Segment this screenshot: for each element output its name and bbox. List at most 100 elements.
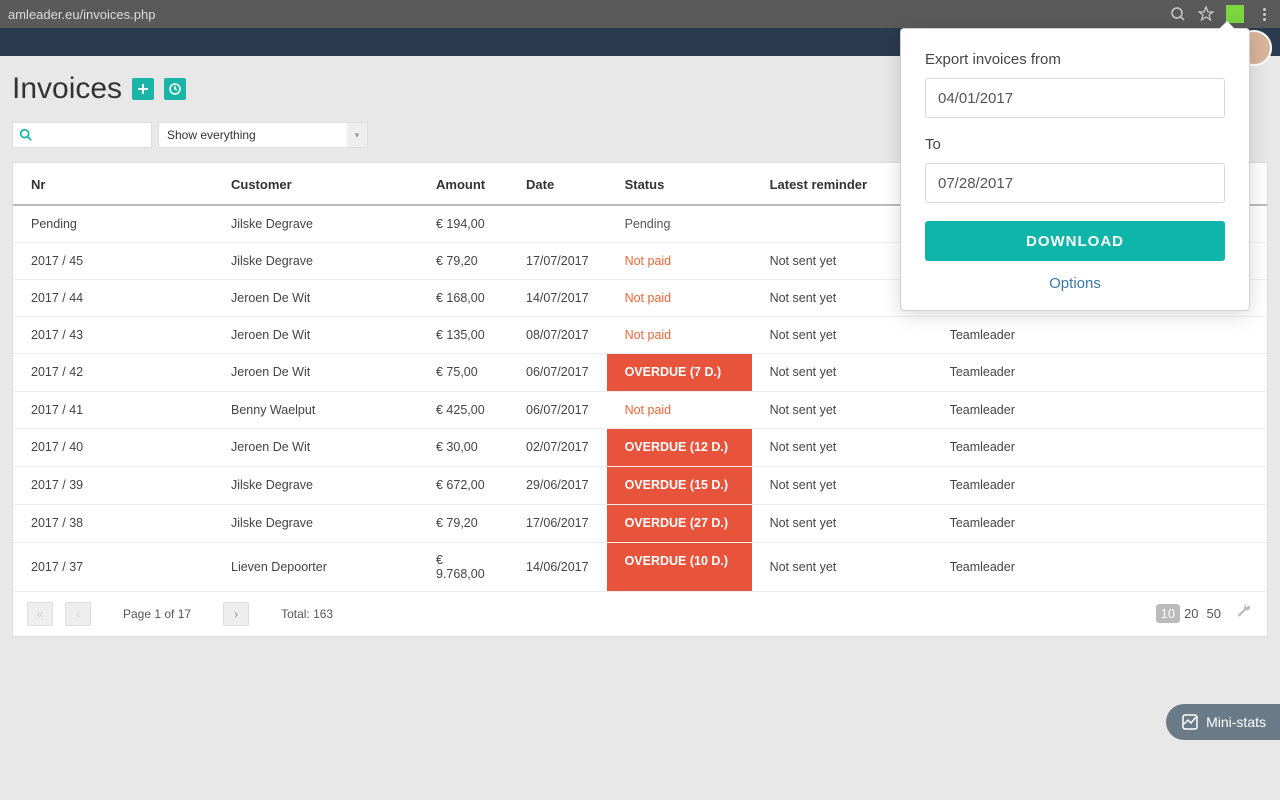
cell-amount: € 79,20 <box>418 504 508 542</box>
table-row[interactable]: 2017 / 39Jilske Degrave€ 672,0029/06/201… <box>13 466 1267 504</box>
options-link[interactable]: Options <box>925 275 1225 292</box>
cell-company: Teamleader <box>932 542 1267 591</box>
table-row[interactable]: 2017 / 40Jeroen De Wit€ 30,0002/07/2017O… <box>13 428 1267 466</box>
download-button[interactable]: DOWNLOAD <box>925 221 1225 261</box>
cell-customer: Jilske Degrave <box>213 504 418 542</box>
cell-reminder: Not sent yet <box>752 466 932 504</box>
cell-status: Pending <box>607 205 752 242</box>
export-from-input[interactable] <box>925 78 1225 118</box>
pager-first-button[interactable]: « <box>27 602 53 626</box>
cell-date: 06/07/2017 <box>508 353 607 391</box>
table-row[interactable]: 2017 / 38Jilske Degrave€ 79,2017/06/2017… <box>13 504 1267 542</box>
mini-stats-label: Mini-stats <box>1206 714 1266 730</box>
export-popover: Export invoices from To DOWNLOAD Options <box>900 28 1250 311</box>
cell-status: OVERDUE (15 D.) <box>607 466 752 504</box>
cell-customer: Jilske Degrave <box>213 466 418 504</box>
cell-status: Not paid <box>607 279 752 316</box>
pager-total-label: Total: 163 <box>281 607 333 621</box>
table-row[interactable]: 2017 / 41Benny Waelput€ 425,0006/07/2017… <box>13 391 1267 428</box>
cell-nr: 2017 / 44 <box>13 279 213 316</box>
page-size-50[interactable]: 50 <box>1203 604 1225 623</box>
cell-company: Teamleader <box>932 466 1267 504</box>
th-date[interactable]: Date <box>508 163 607 205</box>
cell-reminder: Not sent yet <box>752 316 932 353</box>
filter-select-label: Show everything <box>167 128 256 142</box>
cell-customer: Jeroen De Wit <box>213 316 418 353</box>
cell-nr: Pending <box>13 205 213 242</box>
table-row[interactable]: 2017 / 37Lieven Depoorter€ 9.768,0014/06… <box>13 542 1267 591</box>
cell-nr: 2017 / 37 <box>13 542 213 591</box>
cell-reminder: Not sent yet <box>752 353 932 391</box>
add-invoice-button[interactable] <box>132 78 154 100</box>
cell-amount: € 135,00 <box>418 316 508 353</box>
cell-status: Not paid <box>607 391 752 428</box>
cell-date: 29/06/2017 <box>508 466 607 504</box>
filter-select[interactable]: Show everything ▾ <box>158 122 368 148</box>
th-customer[interactable]: Customer <box>213 163 418 205</box>
cell-company: Teamleader <box>932 428 1267 466</box>
cell-date: 06/07/2017 <box>508 391 607 428</box>
cell-nr: 2017 / 41 <box>13 391 213 428</box>
cell-customer: Benny Waelput <box>213 391 418 428</box>
table-row[interactable]: 2017 / 43Jeroen De Wit€ 135,0008/07/2017… <box>13 316 1267 353</box>
cell-amount: € 30,00 <box>418 428 508 466</box>
cell-date: 14/06/2017 <box>508 542 607 591</box>
cell-nr: 2017 / 39 <box>13 466 213 504</box>
cell-date <box>508 205 607 242</box>
search-icon <box>19 128 33 145</box>
cell-date: 17/07/2017 <box>508 242 607 279</box>
cell-customer: Jilske Degrave <box>213 242 418 279</box>
cell-company: Teamleader <box>932 316 1267 353</box>
mini-stats-button[interactable]: Mini-stats <box>1166 704 1280 740</box>
cell-customer: Jeroen De Wit <box>213 428 418 466</box>
chevron-down-icon: ▾ <box>347 123 367 147</box>
cell-customer: Lieven Depoorter <box>213 542 418 591</box>
cell-nr: 2017 / 45 <box>13 242 213 279</box>
th-nr[interactable]: Nr <box>13 163 213 205</box>
cell-status: OVERDUE (10 D.) <box>607 542 752 591</box>
pager-page-label: Page 1 of 17 <box>123 607 191 621</box>
cell-reminder: Not sent yet <box>752 428 932 466</box>
cell-amount: € 194,00 <box>418 205 508 242</box>
star-icon[interactable] <box>1198 6 1214 22</box>
recurring-button[interactable] <box>164 78 186 100</box>
th-amount[interactable]: Amount <box>418 163 508 205</box>
browser-chrome: amleader.eu/invoices.php <box>0 0 1280 28</box>
cell-date: 08/07/2017 <box>508 316 607 353</box>
url-bar[interactable]: amleader.eu/invoices.php <box>8 7 1170 22</box>
cell-amount: € 9.768,00 <box>418 542 508 591</box>
search-input[interactable] <box>12 122 152 148</box>
cell-amount: € 75,00 <box>418 353 508 391</box>
cell-nr: 2017 / 43 <box>13 316 213 353</box>
page-title: Invoices <box>12 72 122 106</box>
cell-status: Not paid <box>607 316 752 353</box>
cell-nr: 2017 / 40 <box>13 428 213 466</box>
page-size-10[interactable]: 10 <box>1156 604 1180 623</box>
th-status[interactable]: Status <box>607 163 752 205</box>
cell-nr: 2017 / 38 <box>13 504 213 542</box>
cell-status: Not paid <box>607 242 752 279</box>
cell-customer: Jilske Degrave <box>213 205 418 242</box>
cell-status: OVERDUE (7 D.) <box>607 353 752 391</box>
cell-amount: € 79,20 <box>418 242 508 279</box>
cell-date: 02/07/2017 <box>508 428 607 466</box>
cell-amount: € 672,00 <box>418 466 508 504</box>
export-to-label: To <box>925 136 1225 153</box>
page-size-20[interactable]: 20 <box>1180 604 1202 623</box>
menu-icon[interactable] <box>1256 6 1272 22</box>
cell-company: Teamleader <box>932 353 1267 391</box>
export-to-input[interactable] <box>925 163 1225 203</box>
table-row[interactable]: 2017 / 42Jeroen De Wit€ 75,0006/07/2017O… <box>13 353 1267 391</box>
cell-nr: 2017 / 42 <box>13 353 213 391</box>
settings-icon[interactable] <box>1235 602 1253 625</box>
cell-customer: Jeroen De Wit <box>213 279 418 316</box>
pager-next-button[interactable]: › <box>223 602 249 626</box>
cell-reminder: Not sent yet <box>752 542 932 591</box>
cell-amount: € 425,00 <box>418 391 508 428</box>
export-from-label: Export invoices from <box>925 51 1225 68</box>
zoom-icon[interactable] <box>1170 6 1186 22</box>
cell-reminder: Not sent yet <box>752 504 932 542</box>
cell-reminder: Not sent yet <box>752 391 932 428</box>
cell-amount: € 168,00 <box>418 279 508 316</box>
pager-prev-button[interactable]: ‹ <box>65 602 91 626</box>
